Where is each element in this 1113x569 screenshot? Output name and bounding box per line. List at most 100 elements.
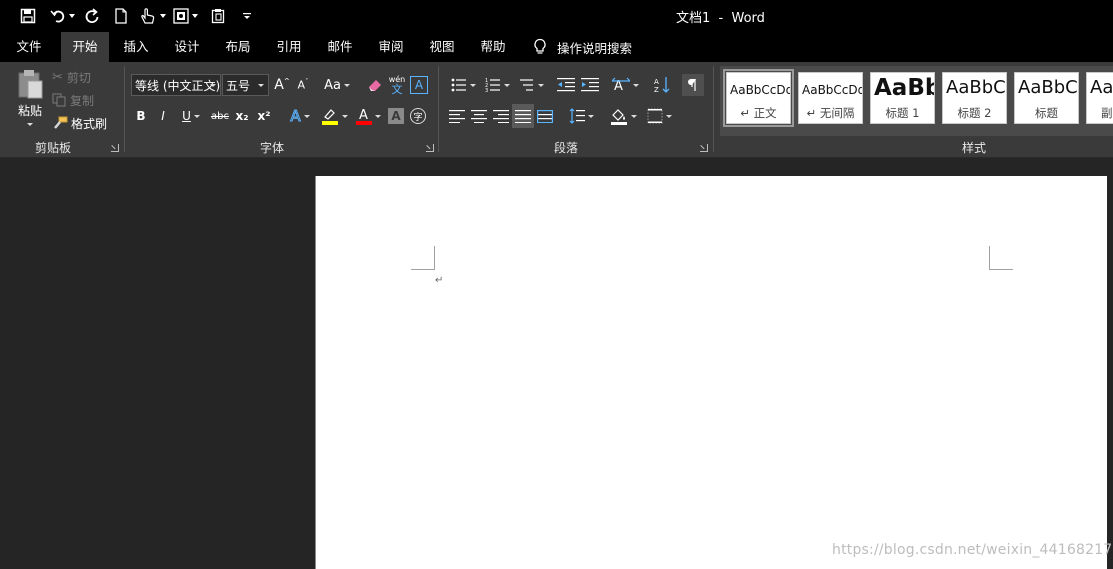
eraser-icon <box>369 80 381 91</box>
tab-design[interactable]: 设计 <box>167 32 207 62</box>
change-case-button[interactable]: Aa <box>322 75 352 95</box>
ribbon: 粘贴 ✂ 剪切 复制 格式刷 剪贴板 等线 (中文正文) 五号 A^ Aˇ Aa <box>0 62 1113 158</box>
cut-button[interactable]: ✂ 剪切 <box>52 68 91 86</box>
enclose-characters-button[interactable]: 字 <box>410 108 426 124</box>
justify-button[interactable] <box>512 104 534 128</box>
superscript-button[interactable]: x² <box>256 106 272 126</box>
paste-button[interactable]: 粘贴 <box>12 68 48 132</box>
undo-button[interactable] <box>50 5 75 27</box>
paste-icon <box>18 70 43 99</box>
style-normal[interactable]: AaBbCcDd ↵ 正文 <box>723 69 794 127</box>
asian-layout-button[interactable]: A <box>610 75 640 95</box>
tab-home[interactable]: 开始 <box>61 32 109 62</box>
print-preview-dropdown-icon[interactable] <box>192 14 198 18</box>
align-left-button[interactable] <box>448 106 466 126</box>
clipboard-group-label: 剪贴板 <box>34 141 71 155</box>
subscript-button[interactable]: x₂ <box>234 106 250 126</box>
bullets-button[interactable] <box>448 75 478 95</box>
paste-dropdown-icon[interactable] <box>27 123 33 126</box>
format-painter-label: 格式刷 <box>71 116 108 131</box>
crop-mark-top-left <box>411 246 435 270</box>
style-subtitle[interactable]: Aa 副 <box>1086 72 1113 124</box>
distributed-button[interactable] <box>536 106 554 126</box>
align-left-icon <box>449 110 465 123</box>
grow-font-button[interactable]: A^ <box>273 75 291 95</box>
show-formatting-marks-button[interactable] <box>682 74 704 96</box>
style-sample: AaBb <box>874 75 935 101</box>
touch-mode-dropdown-icon[interactable] <box>160 14 166 18</box>
asian-layout-dropdown-icon <box>632 83 639 87</box>
styles-group-label: 样式 <box>961 141 986 155</box>
borders-button[interactable] <box>644 106 674 126</box>
group-separator <box>438 66 439 152</box>
undo-dropdown-icon[interactable] <box>69 14 75 18</box>
highlight-color-button[interactable] <box>319 106 349 126</box>
document-page[interactable]: ↵ <box>315 176 1107 569</box>
justify-icon <box>515 110 531 123</box>
clipboard-launcher-icon[interactable] <box>111 144 119 152</box>
align-right-button[interactable] <box>492 106 510 126</box>
watermark: https://blog.csdn.net/weixin_44168217 <box>832 542 1113 558</box>
save-button[interactable] <box>20 5 36 27</box>
font-color-button[interactable]: A <box>353 106 383 126</box>
character-shading-button[interactable]: A <box>388 108 404 124</box>
touch-mode-icon <box>141 8 155 24</box>
text-effects-button[interactable]: A <box>286 106 314 126</box>
group-separator <box>713 66 714 152</box>
font-size-dropdown-icon[interactable] <box>258 84 264 87</box>
line-spacing-dropdown-icon <box>587 114 594 118</box>
shading-button[interactable] <box>608 106 638 126</box>
font-name-combo[interactable]: 等线 (中文正文) <box>131 74 221 96</box>
tab-view[interactable]: 视图 <box>422 32 462 62</box>
new-document-button[interactable] <box>114 5 128 27</box>
paragraph-mark[interactable]: ↵ <box>435 275 443 286</box>
style-title[interactable]: AaBbC 标题 <box>1014 72 1079 124</box>
line-spacing-icon <box>569 108 585 124</box>
tell-me-search[interactable]: 操作说明搜索 <box>533 32 632 62</box>
tab-mailings[interactable]: 邮件 <box>320 32 360 62</box>
line-spacing-button[interactable] <box>566 106 596 126</box>
numbering-button[interactable]: 1 2 3 <box>482 75 512 95</box>
shrink-font-button[interactable]: Aˇ <box>294 75 312 95</box>
paste-qat-button[interactable] <box>211 5 225 27</box>
redo-button[interactable] <box>84 5 100 27</box>
format-painter-button[interactable]: 格式刷 <box>52 114 107 132</box>
paste-label: 粘贴 <box>17 104 42 118</box>
print-preview-button[interactable] <box>173 5 198 27</box>
clear-formatting-button[interactable] <box>366 75 384 95</box>
decrease-indent-button[interactable] <box>556 75 576 95</box>
customize-qat-button[interactable] <box>242 5 252 27</box>
italic-button[interactable]: I <box>156 106 170 126</box>
font-launcher-icon[interactable] <box>426 144 434 152</box>
increase-indent-button[interactable] <box>580 75 600 95</box>
copy-button[interactable]: 复制 <box>52 91 94 109</box>
style-heading-2[interactable]: AaBbC 标题 2 <box>942 72 1007 124</box>
font-size-combo[interactable]: 五号 <box>222 74 269 96</box>
paste-icon <box>211 9 225 24</box>
group-separator <box>124 66 125 152</box>
align-center-button[interactable] <box>470 106 488 126</box>
tab-help[interactable]: 帮助 <box>473 32 513 62</box>
tab-insert[interactable]: 插入 <box>116 32 156 62</box>
tab-file[interactable]: 文件 <box>8 32 50 62</box>
style-no-spacing[interactable]: AaBbCcDd ↵ 无间隔 <box>798 72 863 124</box>
bold-button[interactable]: B <box>134 106 148 126</box>
paragraph-mark-icon <box>688 79 696 91</box>
paragraph-launcher-icon[interactable] <box>700 144 708 152</box>
tab-review[interactable]: 审阅 <box>371 32 411 62</box>
tab-layout[interactable]: 布局 <box>218 32 258 62</box>
strikethrough-button[interactable]: abc <box>210 106 230 126</box>
character-border-button[interactable]: A <box>410 76 428 94</box>
tab-references[interactable]: 引用 <box>269 32 309 62</box>
multilevel-list-button[interactable] <box>516 75 546 95</box>
underline-button[interactable]: U <box>178 106 204 126</box>
shrink-font-icon: Aˇ <box>297 78 309 92</box>
style-heading-1[interactable]: AaBb 标题 1 <box>870 72 935 124</box>
phonetic-guide-button[interactable]: wén 文 <box>388 72 406 98</box>
paint-bucket-icon <box>610 109 627 125</box>
font-name-dropdown-icon[interactable] <box>210 84 216 87</box>
sort-button[interactable]: A Z <box>652 75 672 95</box>
style-name: 标题 <box>1035 106 1058 120</box>
svg-text:3: 3 <box>485 88 488 93</box>
touch-mode-button[interactable] <box>139 5 166 27</box>
